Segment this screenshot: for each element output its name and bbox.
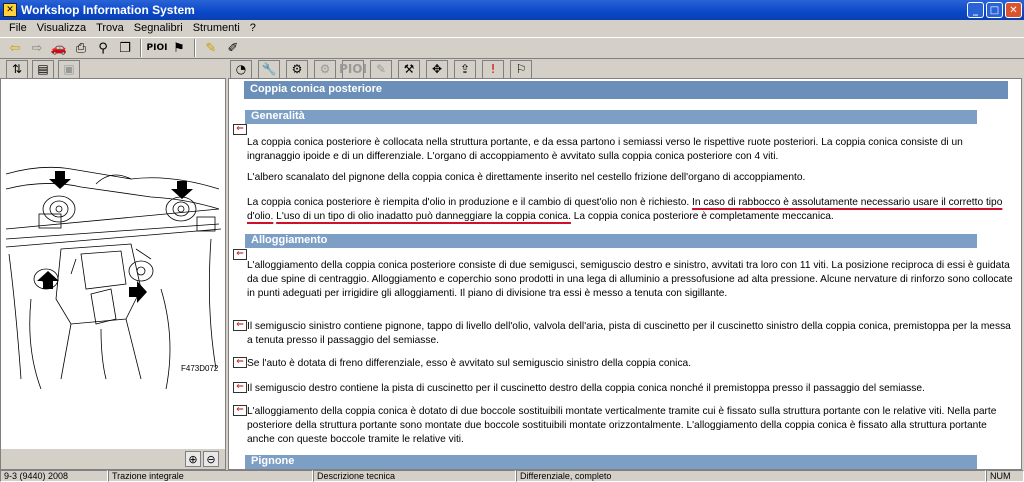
- search-binoculars-icon[interactable]: ⚲: [94, 39, 112, 57]
- status-vehicle: 9-3 (9440) 2008: [0, 470, 108, 482]
- pencil-icon[interactable]: ✎: [202, 39, 220, 57]
- note-icon[interactable]: ✐: [224, 39, 242, 57]
- status-drive: Trazione integrale: [108, 470, 313, 482]
- app-icon: ✕: [3, 3, 17, 17]
- link-arrow-icon[interactable]: ⇐: [233, 124, 247, 135]
- window-controls: _ □ ✕: [967, 2, 1022, 18]
- settings-disabled-icon[interactable]: ⚙: [314, 59, 336, 78]
- secondary-toolbar: ⇅ ▤ ▣ ◔ 🔧 ⚙ ⚙ PIOI ✎ ⚒ ✥ ⇪ ! ⚐: [0, 59, 1024, 78]
- left-tabs: ⇅ ▤ ▣: [0, 59, 228, 78]
- window-title: Workshop Information System: [21, 3, 195, 17]
- print-icon[interactable]: ⎙: [72, 39, 90, 57]
- paragraph-5: Il semiguscio sinistro contiene pignone,…: [247, 321, 1011, 346]
- zoom-controls: ⊕ ⊖: [1, 449, 225, 469]
- status-component: Differenziale, completo: [516, 470, 986, 482]
- document-panel: Coppia conica posteriore Generalità ⇐ La…: [228, 78, 1022, 470]
- section-generalita: Generalità: [245, 110, 977, 124]
- tachometer-icon[interactable]: ◔: [230, 59, 252, 78]
- toolbar-separator: [194, 39, 196, 57]
- close-button[interactable]: ✕: [1005, 2, 1022, 18]
- zoom-out-icon[interactable]: ⊖: [203, 451, 219, 467]
- menu-bar: File Visualizza Trova Segnalibri Strumen…: [0, 20, 1024, 36]
- forward-arrow-icon[interactable]: ⇨: [28, 39, 46, 57]
- title-bar: ✕ Workshop Information System _ □ ✕: [0, 0, 1024, 20]
- wrench-icon[interactable]: 🔧: [258, 59, 280, 78]
- sync-icon[interactable]: ⇅: [6, 59, 28, 78]
- figure-code: F473D072: [181, 364, 219, 373]
- flag-icon[interactable]: ⚐: [510, 59, 532, 78]
- link-arrow-icon[interactable]: ⇐: [233, 249, 247, 260]
- page-title: Coppia conica posteriore: [244, 81, 1008, 99]
- maximize-button[interactable]: □: [986, 2, 1003, 18]
- right-tabs: ◔ 🔧 ⚙ ⚙ PIOI ✎ ⚒ ✥ ⇪ ! ⚐: [228, 59, 532, 78]
- zoom-in-icon[interactable]: ⊕: [185, 451, 201, 467]
- pioi-tab[interactable]: PIOI: [339, 59, 367, 78]
- image-icon[interactable]: ▣: [58, 59, 80, 78]
- menu-strumenti[interactable]: Strumenti: [188, 22, 245, 34]
- menu-visualizza[interactable]: Visualizza: [32, 22, 91, 34]
- section-pignone: Pignone: [245, 455, 977, 469]
- main-toolbar: ⇦ ⇨ 🚗 ⎙ ⚲ ❐ PIOI ⚑ ✎ ✐: [0, 37, 1024, 59]
- document-icon[interactable]: ▤: [32, 59, 54, 78]
- link-arrow-icon[interactable]: ⇐: [233, 382, 247, 393]
- paragraph-6: Se l'auto è dotata di freno differenzial…: [247, 358, 692, 369]
- paragraph-4: L'alloggiamento della coppia conica post…: [247, 260, 1013, 299]
- trash-icon[interactable]: ⚑: [170, 39, 188, 57]
- tools-icon[interactable]: ⚒: [398, 59, 420, 78]
- move-arrows-icon[interactable]: ✥: [426, 59, 448, 78]
- paragraph-7: Il semiguscio destro contiene la pista d…: [247, 383, 925, 394]
- alert-icon[interactable]: !: [482, 59, 504, 78]
- status-bar: 9-3 (9440) 2008 Trazione integrale Descr…: [0, 470, 1024, 482]
- menu-segnalibri[interactable]: Segnalibri: [129, 22, 188, 34]
- link-arrow-icon[interactable]: ⇐: [233, 405, 247, 416]
- paragraph-1: La coppia conica posteriore è collocata …: [247, 137, 963, 162]
- menu-trova[interactable]: Trova: [91, 22, 129, 34]
- paragraph-3-end: La coppia conica posteriore è completame…: [570, 210, 834, 222]
- paragraph-2: L'albero scanalato del pignone della cop…: [247, 172, 806, 183]
- paragraph-3-text: La coppia conica posteriore è riempita d…: [247, 197, 693, 208]
- menu-file[interactable]: File: [4, 22, 32, 34]
- section-alloggiamento: Alloggiamento: [245, 234, 977, 248]
- highlight-oil-damage: L'uso di un tipo di olio inadatto può da…: [276, 210, 571, 222]
- pioi-button[interactable]: PIOI: [147, 39, 168, 57]
- car-icon[interactable]: 🚗: [50, 39, 68, 57]
- illustration-panel: F473D072 ⊕ ⊖: [0, 78, 226, 470]
- paragraph-8: L'alloggiamento della coppia conica è do…: [247, 406, 997, 445]
- status-num: NUM: [986, 470, 1024, 482]
- upload-icon[interactable]: ⇪: [454, 59, 476, 78]
- back-arrow-icon[interactable]: ⇦: [6, 39, 24, 57]
- link-arrow-icon[interactable]: ⇐: [233, 357, 247, 368]
- status-doc-type: Descrizione tecnica: [313, 470, 516, 482]
- gears-icon[interactable]: ⚙: [286, 59, 308, 78]
- minimize-button[interactable]: _: [967, 2, 984, 18]
- menu-help[interactable]: ?: [245, 22, 261, 34]
- link-arrow-icon[interactable]: ⇐: [233, 320, 247, 331]
- technical-drawing: F473D072: [5, 166, 222, 390]
- pen-disabled-icon[interactable]: ✎: [370, 59, 392, 78]
- paragraph-3: La coppia conica posteriore è riempita d…: [247, 196, 1017, 224]
- toolbar-separator: [140, 39, 142, 57]
- bookmark-icon[interactable]: ❐: [116, 39, 134, 57]
